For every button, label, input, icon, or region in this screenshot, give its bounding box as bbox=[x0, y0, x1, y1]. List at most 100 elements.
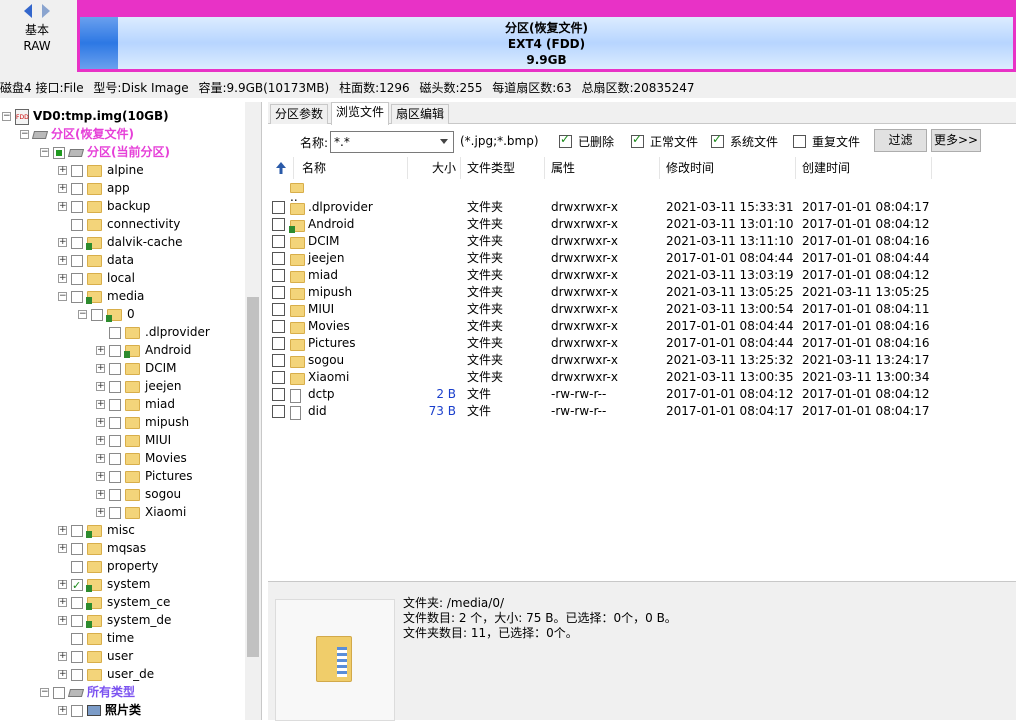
column-header-size[interactable]: 大小 bbox=[408, 157, 461, 179]
tree-checkbox[interactable] bbox=[71, 236, 83, 249]
tree-checkbox[interactable] bbox=[109, 488, 121, 501]
expand-icon[interactable]: + bbox=[58, 256, 67, 265]
partition-bar[interactable]: 分区(恢复文件) EXT4 (FDD) 9.9GB bbox=[77, 0, 1016, 72]
duplicate-files-checkbox-box[interactable] bbox=[793, 135, 806, 148]
tree-folder-media0-android[interactable]: + Android bbox=[96, 341, 191, 359]
tree-folder-connectivity[interactable]: connectivity bbox=[58, 215, 180, 233]
row-checkbox[interactable] bbox=[272, 337, 285, 350]
tree-folder-local[interactable]: + local bbox=[58, 269, 135, 287]
tree-folder-media0-miui[interactable]: + MIUI bbox=[96, 431, 171, 449]
file-row[interactable]: mipush 文件夹 drwxrwxr-x 2021-03-11 13:05:25 20… bbox=[268, 284, 1016, 301]
tree-checkbox[interactable] bbox=[109, 452, 121, 465]
tree-checkbox[interactable] bbox=[109, 344, 121, 357]
tree-checkbox[interactable] bbox=[71, 164, 83, 177]
expand-icon[interactable]: + bbox=[96, 400, 105, 409]
expand-icon[interactable]: + bbox=[58, 706, 67, 715]
tree-folder-system[interactable]: + system bbox=[58, 575, 150, 595]
name-filter-input[interactable] bbox=[330, 131, 454, 153]
tree-checkbox[interactable] bbox=[71, 218, 83, 231]
row-checkbox[interactable] bbox=[272, 286, 285, 299]
tree-checkbox[interactable] bbox=[71, 254, 83, 267]
expand-icon[interactable]: + bbox=[96, 454, 105, 463]
expand-icon[interactable]: + bbox=[96, 472, 105, 481]
tree-checkbox[interactable] bbox=[71, 704, 83, 717]
normal-files-checkbox-box[interactable] bbox=[631, 132, 644, 148]
tree-folder-media[interactable]: − media bbox=[58, 287, 144, 305]
tree-checkbox[interactable] bbox=[71, 650, 83, 663]
tree-checkbox[interactable] bbox=[109, 416, 121, 429]
expand-icon[interactable]: + bbox=[96, 364, 105, 373]
tree-folder-systemce[interactable]: + system_ce bbox=[58, 593, 170, 611]
tree-checkbox[interactable] bbox=[53, 686, 65, 699]
tree-partition-recovered[interactable]: − 分区(恢复文件) bbox=[20, 125, 134, 143]
tree-folder-backup[interactable]: + backup bbox=[58, 197, 150, 215]
tab-sector-edit[interactable]: 扇区编辑 bbox=[391, 104, 450, 124]
expand-icon[interactable]: + bbox=[58, 580, 67, 589]
tree-checkbox[interactable] bbox=[71, 182, 83, 195]
collapse-icon[interactable]: − bbox=[20, 130, 29, 139]
tree-checkbox[interactable] bbox=[109, 506, 121, 519]
tree-all-types[interactable]: − 所有类型 bbox=[40, 683, 135, 701]
tree-checkbox[interactable] bbox=[71, 524, 83, 537]
expand-icon[interactable]: + bbox=[58, 238, 67, 247]
collapse-icon[interactable]: − bbox=[2, 112, 11, 121]
tree-checkbox[interactable] bbox=[71, 614, 83, 627]
tree-checkbox[interactable] bbox=[71, 668, 83, 681]
collapse-icon[interactable]: − bbox=[58, 292, 67, 301]
tree-folder-alpine[interactable]: + alpine bbox=[58, 161, 144, 179]
expand-icon[interactable]: + bbox=[58, 274, 67, 283]
expand-icon[interactable]: + bbox=[96, 346, 105, 355]
tree-folder-mqsas[interactable]: + mqsas bbox=[58, 539, 146, 557]
tree-folder-media0-xiaomi[interactable]: + Xiaomi bbox=[96, 503, 186, 521]
row-checkbox[interactable] bbox=[272, 252, 285, 265]
tree-checkbox[interactable] bbox=[71, 632, 83, 645]
file-row[interactable]: Movies 文件夹 drwxrwxr-x 2017-01-01 08:04:44 20… bbox=[268, 318, 1016, 335]
file-row[interactable]: .dlprovider 文件夹 drwxrwxr-x 2021-03-11 15:33… bbox=[268, 199, 1016, 216]
file-row[interactable]: MIUI 文件夹 drwxrwxr-x 2021-03-11 13:00:54 2017… bbox=[268, 301, 1016, 318]
deleted-checkbox-box[interactable] bbox=[559, 132, 572, 148]
column-header-name[interactable]: 名称 bbox=[294, 157, 408, 179]
tab-browse-files[interactable]: 浏览文件 bbox=[331, 102, 390, 125]
tree-root-disk-image[interactable]: − FDD VD0:tmp.img(10GB) bbox=[2, 107, 169, 125]
tree-checkbox[interactable] bbox=[71, 596, 83, 609]
tree-folder-time[interactable]: time bbox=[58, 629, 134, 647]
column-header-type[interactable]: 文件类型 bbox=[461, 157, 545, 179]
tree-folder-media0-dcim[interactable]: + DCIM bbox=[96, 359, 177, 377]
tree-checkbox[interactable] bbox=[71, 542, 83, 555]
tree-folder-user[interactable]: + user bbox=[58, 647, 133, 665]
tree-folder-userde[interactable]: + user_de bbox=[58, 665, 154, 683]
expand-icon[interactable]: + bbox=[58, 166, 67, 175]
expand-icon[interactable]: + bbox=[58, 652, 67, 661]
row-checkbox[interactable] bbox=[272, 218, 285, 231]
tree-partition-current[interactable]: − 分区(当前分区) bbox=[40, 143, 170, 161]
row-checkbox[interactable] bbox=[272, 371, 285, 384]
tree-checkbox[interactable] bbox=[71, 577, 83, 595]
tree-checkbox[interactable] bbox=[53, 146, 65, 159]
tree-folder-systemde[interactable]: + system_de bbox=[58, 611, 171, 629]
row-checkbox[interactable] bbox=[272, 201, 285, 214]
collapse-icon[interactable]: − bbox=[78, 310, 87, 319]
deleted-checkbox[interactable]: 已删除 bbox=[559, 132, 614, 150]
file-row[interactable]: miad 文件夹 drwxrwxr-x 2021-03-11 13:03:19 2017… bbox=[268, 267, 1016, 284]
tree-folder-media0-mipush[interactable]: + mipush bbox=[96, 413, 189, 431]
row-checkbox[interactable] bbox=[272, 269, 285, 282]
file-row[interactable]: did 73 B 文件 -rw-rw-r-- 2017-01-01 08:04:17 20… bbox=[268, 403, 1016, 420]
file-row[interactable]: jeejen 文件夹 drwxrwxr-x 2017-01-01 08:04:44 20… bbox=[268, 250, 1016, 267]
expand-icon[interactable]: + bbox=[58, 526, 67, 535]
tree-folder-data[interactable]: + data bbox=[58, 251, 134, 269]
tree-scrollbar-thumb[interactable] bbox=[247, 297, 259, 657]
duplicate-files-checkbox[interactable]: 重复文件 bbox=[793, 133, 860, 150]
directory-tree[interactable]: − FDD VD0:tmp.img(10GB) − 分区(恢复文件) − 分区(当前分区) +… bbox=[0, 102, 262, 720]
expand-icon[interactable]: + bbox=[58, 544, 67, 553]
tree-checkbox[interactable] bbox=[109, 398, 121, 411]
expand-icon[interactable]: + bbox=[58, 670, 67, 679]
tree-checkbox[interactable] bbox=[71, 290, 83, 303]
tree-checkbox[interactable] bbox=[109, 470, 121, 483]
tree-checkbox[interactable] bbox=[71, 560, 83, 573]
tree-folder-media0-movies[interactable]: + Movies bbox=[96, 449, 187, 467]
expand-icon[interactable]: + bbox=[58, 616, 67, 625]
name-filter-dropdown-icon[interactable] bbox=[440, 139, 448, 144]
file-row[interactable]: sogou 文件夹 drwxrwxr-x 2021-03-11 13:25:32 202… bbox=[268, 352, 1016, 369]
expand-icon[interactable]: + bbox=[96, 418, 105, 427]
up-arrow-icon[interactable] bbox=[268, 157, 294, 179]
